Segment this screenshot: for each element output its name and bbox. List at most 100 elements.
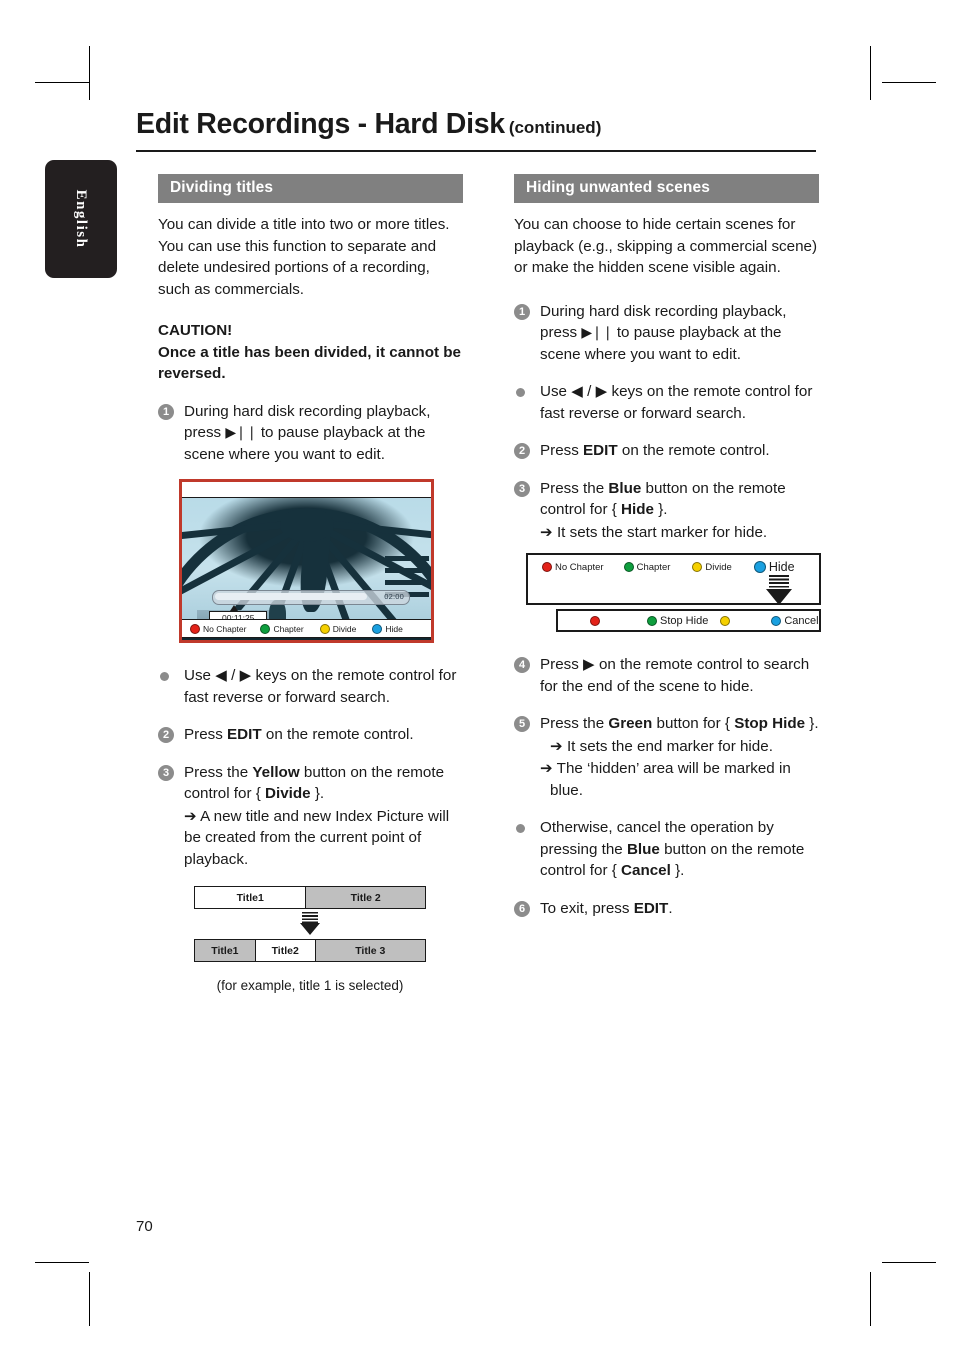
- osd-progress-bar[interactable]: 02:00: [212, 590, 410, 605]
- left-step-2: 2 Press EDIT on the remote control.: [158, 724, 463, 746]
- crop-mark-top-right-vertical: [870, 46, 871, 100]
- section-heading-hiding-scenes: Hiding unwanted scenes: [514, 174, 819, 203]
- right-step-5-result: ➔ It sets the end marker for hide.: [550, 737, 773, 755]
- step-number-badge: 4: [514, 657, 530, 673]
- green-led-icon: [623, 562, 634, 572]
- left-step-2-text-b: on the remote control.: [261, 726, 414, 743]
- osd-menu-top: No Chapter Chapter Divide Hide: [526, 553, 821, 605]
- right-step-6: 6 To exit, press EDIT.: [514, 898, 819, 920]
- step-number-badge: 1: [514, 303, 530, 320]
- right-step-4-text-a: Press: [540, 656, 584, 673]
- play-pause-icon: ▶❘❘: [581, 324, 613, 340]
- red-led-icon: [190, 623, 200, 634]
- osd-total-time: 02:00: [384, 592, 404, 601]
- right-step-4: 4 Press ▶ on the remote control to searc…: [514, 654, 819, 697]
- step-number-badge: 5: [514, 716, 530, 732]
- right-step-3-bold: Blue: [608, 479, 642, 497]
- step-number-badge: 3: [158, 764, 174, 781]
- diagram-cell: Title1: [195, 887, 306, 908]
- section-heading-dividing-titles: Dividing titles: [158, 174, 463, 203]
- osd-key-label: Hide: [768, 560, 795, 574]
- page-number: 70: [136, 1218, 153, 1235]
- caution-line-1: CAUTION!: [158, 322, 233, 339]
- yellow-led-icon: [319, 623, 330, 634]
- crop-mark-bottom-right-vertical: [870, 1272, 871, 1326]
- tv-title-strip: [182, 482, 431, 498]
- green-led-icon: [260, 623, 271, 634]
- color-key-label: Divide: [332, 623, 357, 634]
- color-key-hide[interactable]: Hide: [372, 623, 403, 634]
- osd-key-hide[interactable]: Hide: [753, 560, 795, 574]
- left-step-2-text-a: Press: [184, 726, 228, 743]
- right-step-2-bold: EDIT: [583, 442, 618, 459]
- yellow-led-icon: [720, 615, 731, 626]
- right-step-2-text-b: on the remote control.: [617, 442, 770, 459]
- osd-key-label: Cancel: [784, 614, 819, 627]
- left-step-1: 1 During hard disk recording playback, p…: [158, 401, 463, 466]
- right-bullet-text-a: Use: [540, 383, 572, 400]
- diagram-cell: Title 2: [305, 887, 425, 908]
- hiding-scenes-intro: You can choose to hide certain scenes fo…: [514, 216, 818, 276]
- osd-key-no-chapter[interactable]: No Chapter: [542, 562, 604, 573]
- right-column: Hiding unwanted scenes You can choose to…: [514, 174, 821, 920]
- right-step-bullet-search: Use ◀ / ▶ keys on the remote control for…: [514, 381, 819, 424]
- right-step-2-text-a: Press: [540, 442, 584, 459]
- left-step-3-result: ➔ A new title and new Index Picture will…: [184, 807, 450, 868]
- left-step-3-bold: Yellow: [252, 763, 300, 781]
- left-step-bullet-search: Use ◀ / ▶ keys on the remote control for…: [158, 665, 463, 708]
- osd-key-label: No Chapter: [555, 561, 604, 573]
- crop-mark-bottom-right-horizontal: [882, 1262, 936, 1263]
- clock-tick: [385, 580, 429, 585]
- color-key-no-chapter[interactable]: No Chapter: [190, 623, 246, 634]
- osd-key-label: Divide: [705, 561, 732, 573]
- color-key-chapter[interactable]: Chapter: [260, 623, 304, 634]
- bullet-dot: [516, 824, 525, 833]
- crop-mark-top-left-horizontal: [35, 82, 89, 83]
- right-step-3-text-c: }.: [653, 501, 668, 518]
- osd-key-cancel[interactable]: Cancel: [771, 614, 819, 627]
- right-cancel-bold: Blue: [626, 840, 660, 858]
- crop-mark-top-left-vertical: [89, 46, 90, 100]
- page-title: Edit Recordings - Hard Disk (continued): [136, 108, 816, 141]
- diagram-caption: (for example, title 1 is selected): [216, 978, 404, 993]
- right-step-1: 1 During hard disk recording playback, p…: [514, 301, 819, 366]
- color-key-divide[interactable]: Divide: [319, 623, 357, 634]
- blue-led-icon: [753, 561, 766, 573]
- osd-key-chapter[interactable]: Chapter: [623, 561, 671, 573]
- diagram-cell: Title2: [254, 940, 315, 961]
- bullet-dot: [160, 672, 169, 681]
- diagram-after-row: Title1 Title2 Title 3: [194, 939, 426, 962]
- blue-led-icon: [372, 623, 383, 634]
- crop-mark-bottom-left-horizontal: [35, 1262, 89, 1263]
- right-step-5-bold2: Stop Hide: [734, 715, 806, 732]
- osd-key-red-blank[interactable]: [590, 615, 603, 626]
- right-step-6-bold: EDIT: [633, 899, 669, 917]
- page-title-suffix: (continued): [508, 118, 602, 137]
- osd-key-stop-hide[interactable]: Stop Hide: [647, 615, 708, 627]
- left-column: Dividing titles You can divide a title i…: [158, 174, 463, 993]
- right-step-5-text-b: button for {: [652, 715, 735, 732]
- caution-block: CAUTION! Once a title has been divided, …: [158, 320, 463, 385]
- tv-screenshot-figure: 02:00 00:11:25 No Chapter Chapter Divide: [179, 479, 434, 643]
- color-key-label: Chapter: [273, 623, 304, 634]
- diagram-before-row: Title1 Title 2: [194, 886, 426, 909]
- right-step-5-text-c: }.: [805, 715, 819, 732]
- right-step-3-text-a: Press the: [540, 479, 609, 497]
- right-step-3-bold2: Hide: [621, 501, 654, 518]
- title-divider: [136, 150, 816, 152]
- right-step-5-result2: ➔ The ‘hidden’ area will be marked in bl…: [540, 760, 791, 799]
- osd-key-label: Chapter: [636, 561, 671, 573]
- dividing-titles-intro: You can divide a title into two or more …: [158, 216, 450, 298]
- arrow-keys-icon: ◀ / ▶: [215, 667, 252, 684]
- osd-key-divide[interactable]: Divide: [692, 561, 732, 573]
- red-led-icon: [542, 562, 552, 572]
- osd-key-yellow-blank[interactable]: [720, 615, 733, 626]
- clock-hub: [279, 508, 334, 542]
- language-tab-label: English: [73, 189, 90, 249]
- right-step-3: 3 Press the Blue button on the remote co…: [514, 478, 819, 544]
- left-step-3-text-c: }.: [310, 785, 325, 802]
- bullet-dot: [516, 388, 525, 397]
- right-step-2: 2 Press EDIT on the remote control.: [514, 440, 819, 462]
- yellow-led-icon: [692, 562, 703, 572]
- left-step-3-text-a: Press the: [184, 763, 253, 781]
